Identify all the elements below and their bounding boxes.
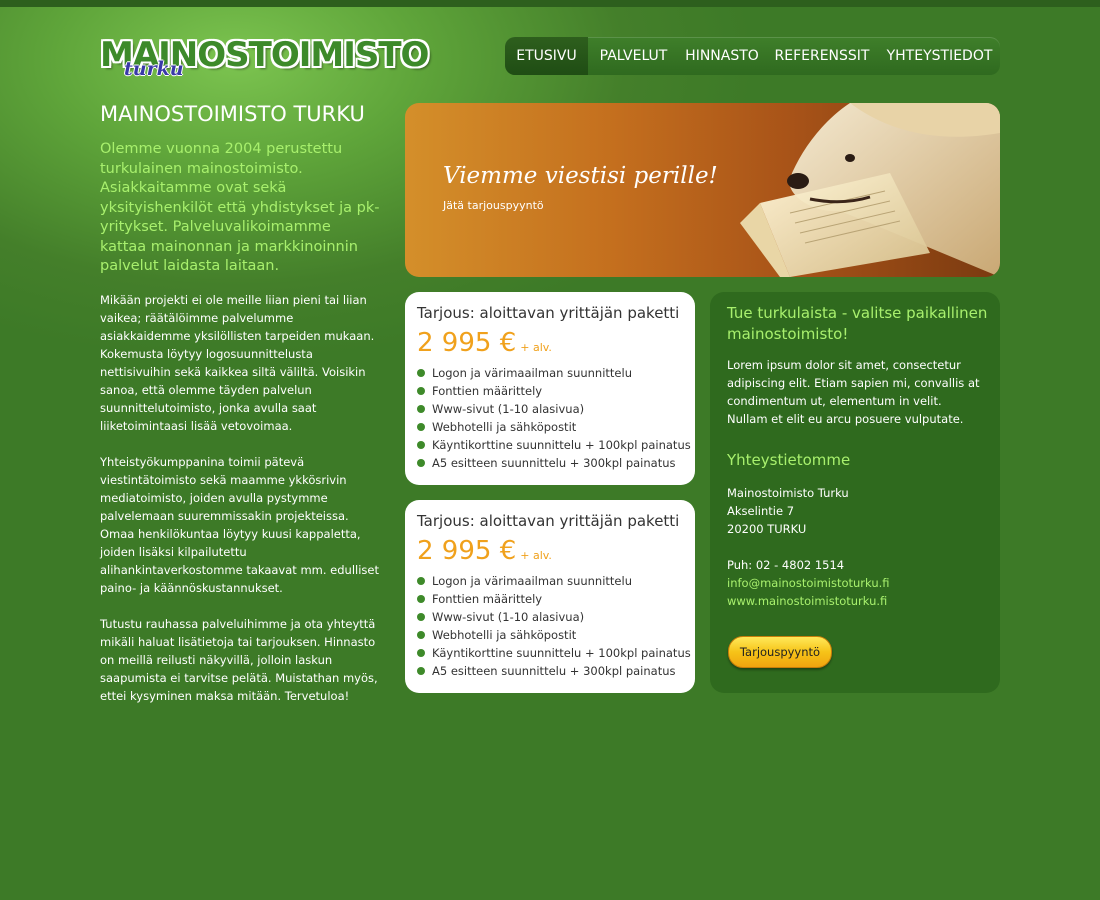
- list-item: Www-sivut (1-10 alasivua): [417, 400, 691, 418]
- list-item-label: Käyntikorttine suunnittelu + 100kpl pain…: [432, 646, 691, 660]
- price-vat: + alv.: [520, 341, 552, 354]
- bullet-icon: [417, 667, 425, 675]
- contact-panel: Tue turkulaista - valitse paikallinen ma…: [710, 292, 1000, 693]
- street-address: Akselintie 7: [727, 504, 795, 518]
- list-item-label: A5 esitteen suunnittelu + 300kpl painatu…: [432, 664, 676, 678]
- nav-item-hinnasto[interactable]: HINNASTO: [679, 37, 765, 75]
- banner-title: Viemme viestisi perille!: [443, 163, 718, 189]
- list-item: Webhotelli ja sähköpostit: [417, 626, 691, 644]
- bullet-icon: [417, 387, 425, 395]
- bullet-icon: [417, 595, 425, 603]
- list-item: Fonttien määrittely: [417, 590, 691, 608]
- list-item-label: Fonttien määrittely: [432, 384, 543, 398]
- price-vat: + alv.: [520, 549, 552, 562]
- logo[interactable]: MAINOSTOIMISTO turku: [100, 36, 429, 80]
- list-item: A5 esitteen suunnittelu + 300kpl painatu…: [417, 454, 691, 472]
- offer-price: 2 995 € + alv.: [417, 328, 552, 358]
- list-item: Logon ja värimaailman suunnittelu: [417, 572, 691, 590]
- intro-text: Olemme vuonna 2004 perustettu turkulaine…: [100, 141, 380, 274]
- bullet-icon: [417, 631, 425, 639]
- bullet-icon: [417, 441, 425, 449]
- banner-quote-link[interactable]: Jätä tarjouspyyntö: [443, 199, 544, 212]
- offer-title: Tarjous: aloittavan yrittäjän paketti: [417, 304, 680, 322]
- list-item: Fonttien määrittely: [417, 382, 691, 400]
- top-bar: [0, 0, 1100, 7]
- price-value: 2 995 €: [417, 328, 517, 358]
- nav-item-etusivu[interactable]: ETUSIVU: [505, 37, 588, 75]
- list-item: Logon ja värimaailman suunnittelu: [417, 364, 691, 382]
- company-name: Mainostoimisto Turku: [727, 486, 849, 500]
- bullet-icon: [417, 577, 425, 585]
- left-column: MAINOSTOIMISTO TURKU Olemme vuonna 2004 …: [100, 102, 380, 723]
- bullet-icon: [417, 613, 425, 621]
- panel-title: Tue turkulaista - valitse paikallinen ma…: [727, 304, 988, 343]
- bullet-icon: [417, 423, 425, 431]
- bullet-icon: [417, 369, 425, 377]
- offer-title: Tarjous: aloittavan yrittäjän paketti: [417, 512, 680, 530]
- list-item: Käyntikorttine suunnittelu + 100kpl pain…: [417, 436, 691, 454]
- offer-box-1: Tarjous: aloittavan yrittäjän paketti 2 …: [405, 292, 695, 485]
- body-paragraph-3: Tutustu rauhassa palveluihimme ja ota yh…: [100, 616, 378, 703]
- list-item-label: Www-sivut (1-10 alasivua): [432, 610, 585, 624]
- dog-with-newspaper-image: [740, 103, 1000, 277]
- offer-price: 2 995 € + alv.: [417, 536, 552, 566]
- bullet-icon: [417, 459, 425, 467]
- nav-item-yhteystiedot[interactable]: YHTEYSTIEDOT: [879, 37, 1000, 75]
- list-item-label: Fonttien määrittely: [432, 592, 543, 606]
- panel-text: Lorem ipsum dolor sit amet, consectetur …: [727, 358, 980, 426]
- hero-banner: Viemme viestisi perille! Jätä tarjouspyy…: [405, 103, 1000, 277]
- list-item-label: Käyntikorttine suunnittelu + 100kpl pain…: [432, 438, 691, 452]
- list-item-label: Logon ja värimaailman suunnittelu: [432, 574, 632, 588]
- list-item: Www-sivut (1-10 alasivua): [417, 608, 691, 626]
- contact-details: Mainostoimisto Turku Akselintie 7 20200 …: [727, 484, 890, 610]
- price-value: 2 995 €: [417, 536, 517, 566]
- list-item-label: Logon ja värimaailman suunnittelu: [432, 366, 632, 380]
- main-nav: ETUSIVU PALVELUT HINNASTO REFERENSSIT YH…: [505, 37, 1000, 75]
- logo-sub-text: turku: [124, 58, 184, 80]
- contact-heading: Yhteystietomme: [727, 451, 851, 469]
- list-item-label: Webhotelli ja sähköpostit: [432, 628, 577, 642]
- list-item: Webhotelli ja sähköpostit: [417, 418, 691, 436]
- list-item-label: Webhotelli ja sähköpostit: [432, 420, 577, 434]
- quote-request-button[interactable]: Tarjouspyyntö: [728, 636, 832, 668]
- nav-item-palvelut[interactable]: PALVELUT: [588, 37, 679, 75]
- bullet-icon: [417, 405, 425, 413]
- list-item-label: A5 esitteen suunnittelu + 300kpl painatu…: [432, 456, 676, 470]
- postal-address: 20200 TURKU: [727, 522, 807, 536]
- list-item: Käyntikorttine suunnittelu + 100kpl pain…: [417, 644, 691, 662]
- nav-item-referenssit[interactable]: REFERENSSIT: [765, 37, 879, 75]
- list-item: A5 esitteen suunnittelu + 300kpl painatu…: [417, 662, 691, 680]
- website-link[interactable]: www.mainostoimistoturku.fi: [727, 592, 890, 610]
- offer-box-2: Tarjous: aloittavan yrittäjän paketti 2 …: [405, 500, 695, 693]
- offer-list: Logon ja värimaailman suunnittelu Fontti…: [417, 572, 691, 680]
- list-item-label: Www-sivut (1-10 alasivua): [432, 402, 585, 416]
- phone-number: Puh: 02 - 4802 1514: [727, 558, 845, 572]
- page-title: MAINOSTOIMISTO TURKU: [100, 102, 365, 126]
- email-link[interactable]: info@mainostoimistoturku.fi: [727, 574, 890, 592]
- bullet-icon: [417, 649, 425, 657]
- body-paragraph-1: Mikään projekti ei ole meille liian pien…: [100, 292, 375, 433]
- body-paragraph-2: Yhteistyökumppanina toimii pätevä viesti…: [100, 454, 379, 595]
- offer-list: Logon ja värimaailman suunnittelu Fontti…: [417, 364, 691, 472]
